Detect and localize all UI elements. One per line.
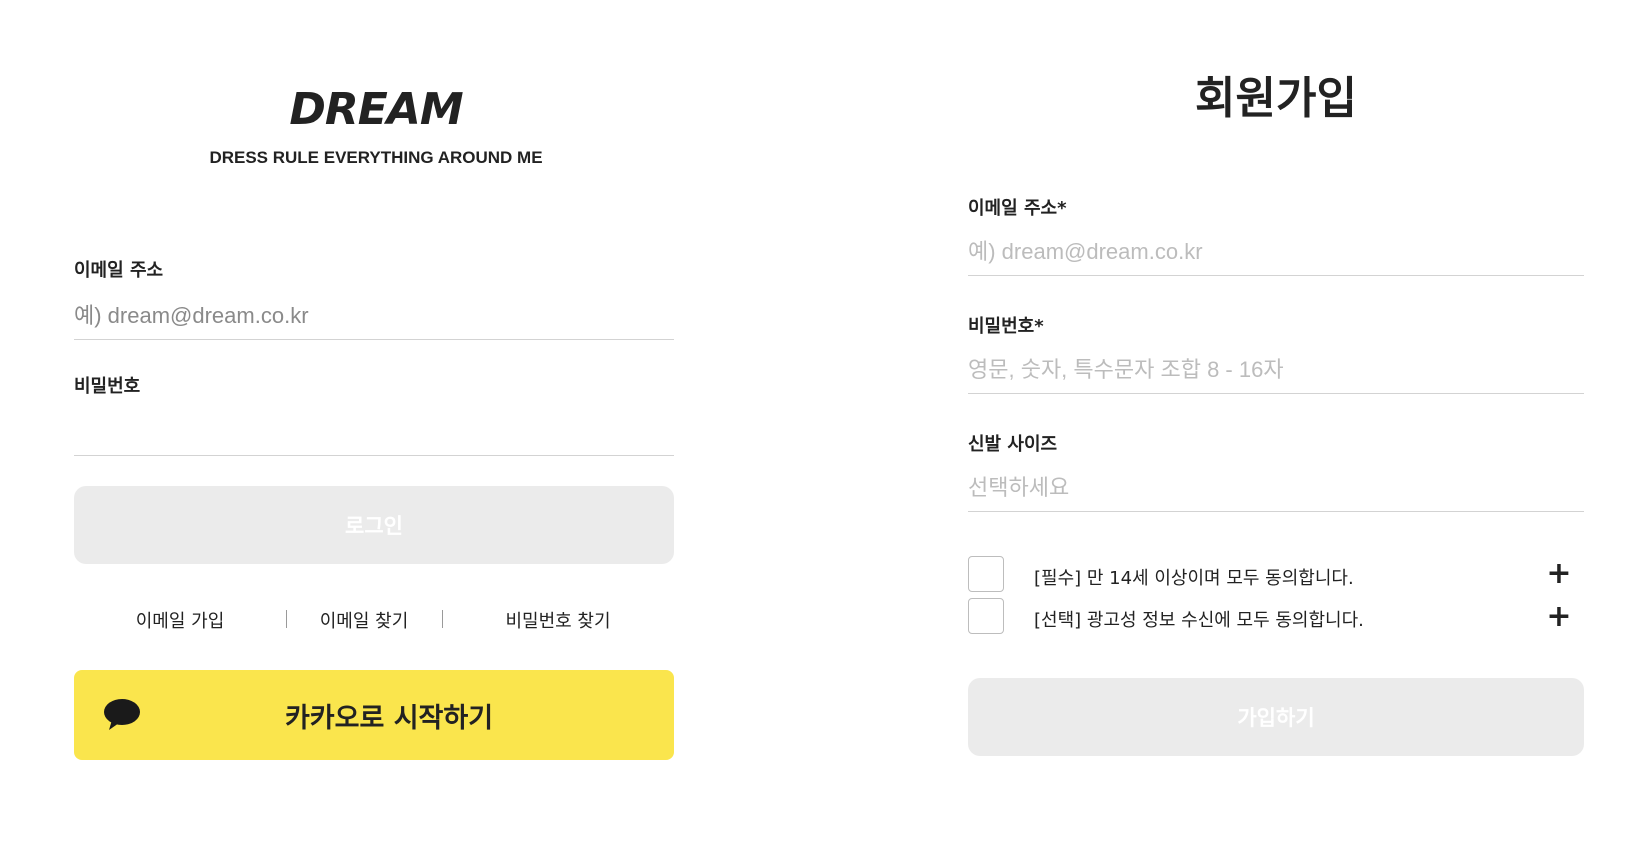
agree-required-checkbox[interactable] xyxy=(968,556,1004,592)
link-separator xyxy=(442,610,443,628)
kakao-login-label: 카카오로 시작하기 xyxy=(284,702,494,734)
chat-bubble-icon xyxy=(104,699,140,730)
link-separator xyxy=(286,610,287,628)
email-signup-link[interactable]: 이메일 가입 xyxy=(118,607,242,633)
shoe-size-label: 신발 사이즈 xyxy=(968,434,1058,455)
kakao-login-button[interactable]: 카카오로 시작하기 xyxy=(74,670,674,760)
find-email-link[interactable]: 이메일 찾기 xyxy=(308,607,420,633)
login-email-input[interactable] xyxy=(74,292,674,340)
agree-marketing-text: [선택] 광고성 정보 수신에 모두 동의합니다. xyxy=(1034,610,1364,631)
signup-email-label: 이메일 주소* xyxy=(968,198,1067,219)
signup-password-label: 비밀번호* xyxy=(968,316,1044,337)
brand-logo: DREAM xyxy=(289,84,463,135)
login-email-label: 이메일 주소 xyxy=(74,260,164,281)
login-button[interactable]: 로그인 xyxy=(74,486,674,564)
expand-required-terms-icon[interactable]: + xyxy=(1544,559,1574,590)
expand-marketing-terms-icon[interactable]: + xyxy=(1544,602,1574,633)
signup-password-input[interactable] xyxy=(968,346,1584,394)
shoe-size-select[interactable] xyxy=(968,464,1584,512)
agree-required-text: [필수] 만 14세 이상이며 모두 동의합니다. xyxy=(1034,568,1354,589)
login-password-label: 비밀번호 xyxy=(74,376,141,397)
find-password-link[interactable]: 비밀번호 찾기 xyxy=(488,607,628,633)
page-title: 회원가입 xyxy=(1195,73,1357,124)
signup-email-input[interactable] xyxy=(968,228,1584,276)
agree-marketing-checkbox[interactable] xyxy=(968,598,1004,634)
brand-tagline: DRESS RULE EVERYTHING AROUND ME xyxy=(209,148,543,167)
login-password-input[interactable] xyxy=(74,408,674,456)
signup-button[interactable]: 가입하기 xyxy=(968,678,1584,756)
